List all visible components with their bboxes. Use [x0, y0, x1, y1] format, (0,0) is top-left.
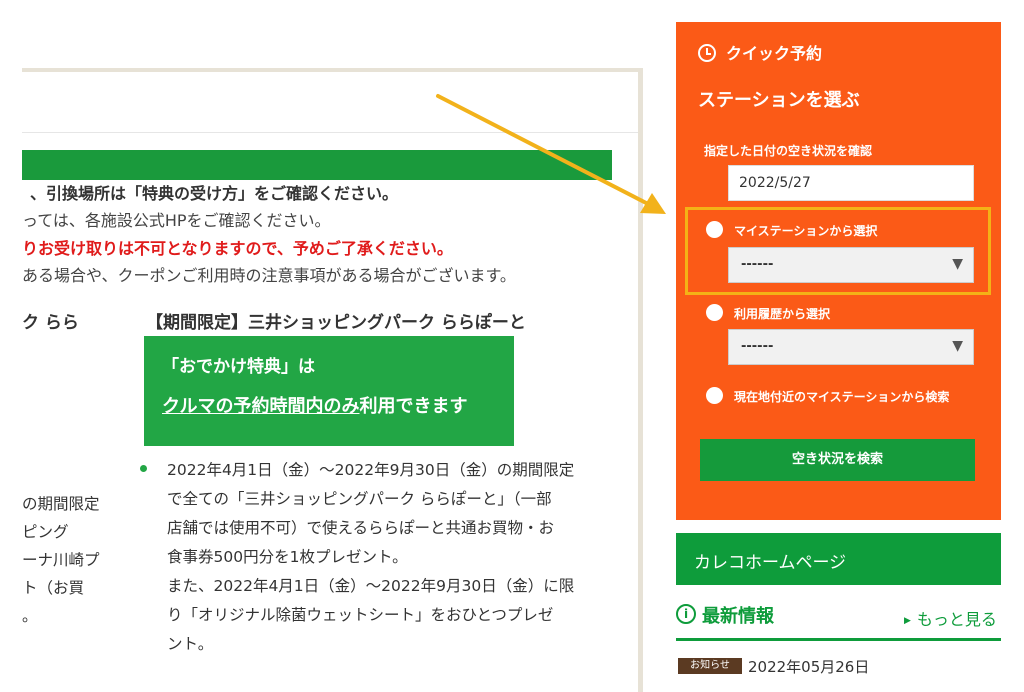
bullet-dot: [140, 465, 147, 472]
description-line: り「オリジナル除菌ウェットシート」をおひとつプレゼ: [167, 606, 554, 624]
date-input[interactable]: [728, 165, 974, 201]
column-heading-left: ク らら: [22, 313, 79, 333]
description-line: また、2022年4月1日（金）～2022年9月30日（金）に限: [167, 577, 575, 595]
promo-rest-text: 利用できます: [359, 396, 468, 417]
clock-icon: [698, 44, 716, 62]
description-line: 食事券500円分を1枚プレゼント。: [167, 548, 408, 566]
careco-home-label: カレコホームページ: [694, 553, 847, 573]
promo-line-1: 「おでかけ特典」は: [162, 357, 315, 377]
quick-reservation-title-text: クイック予約: [726, 44, 823, 63]
news-divider: [676, 638, 1001, 641]
campaign-description: 2022年4月1日（金）～2022年9月30日（金）の期間限定 で全ての「三井シ…: [167, 456, 617, 659]
history-select-value: ------: [741, 339, 774, 354]
annotation-highlight-box: [685, 207, 991, 295]
description-line: 店舗では使用不可）で使えるららぽーと共通お買物・お: [167, 519, 555, 537]
choose-station-heading: ステーションを選ぶ: [698, 90, 860, 111]
radio-history-label: 利用履歴から選択: [734, 307, 831, 321]
quick-reservation-panel: クイック予約 ステーションを選ぶ 指定した日付の空き状況を確認 マイステーション…: [676, 22, 1001, 520]
side-text-fragment: ーナ川崎プ: [22, 551, 100, 569]
side-text-fragment: ピング: [22, 523, 69, 541]
notice-bold: 、引換場所は「特典の受け方」をご確認ください。: [30, 184, 399, 203]
more-link[interactable]: ▶ もっと見る: [904, 606, 997, 630]
news-title: 最新情報: [702, 606, 774, 627]
description-line: ント。: [167, 635, 214, 653]
side-text-fragment: ト（お買: [22, 579, 85, 597]
promo-line-2: クルマの予約時間内のみ利用できます: [162, 392, 467, 418]
search-availability-button[interactable]: 空き状況を検索: [700, 439, 975, 481]
column-heading-lalaport: 【期間限定】三井ショッピングパーク ららぽーと: [146, 313, 526, 333]
triangle-right-icon: ▶: [904, 616, 911, 626]
date-label: 指定した日付の空き状況を確認: [704, 144, 873, 158]
news-header: i 最新情報 ▶ もっと見る: [676, 602, 1001, 632]
annotation-arrow-icon: [436, 94, 666, 214]
side-text-fragment: 。: [22, 607, 38, 625]
history-select[interactable]: ------ ▼: [728, 329, 974, 365]
promo-underlined-text: クルマの予約時間内のみ: [162, 396, 360, 417]
notice-official-hp: っては、各施設公式HPをご確認ください。: [22, 211, 331, 230]
description-line: で全ての「三井ショッピングパーク ららぽーと」（一部: [167, 490, 552, 508]
notice-warning: りお受け取りは不可となりますので、予めご了承ください。: [22, 239, 453, 258]
side-text-fragment: の期間限定: [22, 495, 100, 513]
notice-caution: ある場合や、クーポンご利用時の注意事項がある場合がございます。: [22, 266, 516, 285]
news-badge: お知らせ: [678, 658, 742, 674]
careco-home-link[interactable]: カレコホームページ: [676, 533, 1001, 585]
promo-banner: 「おでかけ特典」は クルマの予約時間内のみ利用できます: [144, 336, 514, 446]
radio-history[interactable]: [706, 304, 723, 321]
news-item[interactable]: お知らせ 2022年05月26日: [676, 656, 1001, 678]
radio-nearby-station-label: 現在地付近のマイステーションから検索: [734, 390, 950, 404]
info-icon: i: [676, 604, 696, 624]
more-link-label: もっと見る: [916, 610, 997, 629]
description-line: 2022年4月1日（金）～2022年9月30日（金）の期間限定: [167, 461, 575, 479]
chevron-down-icon: ▼: [952, 338, 963, 354]
radio-nearby-station[interactable]: [706, 387, 723, 404]
news-date: 2022年05月26日: [748, 658, 870, 676]
quick-reservation-title: クイック予約: [698, 40, 822, 64]
